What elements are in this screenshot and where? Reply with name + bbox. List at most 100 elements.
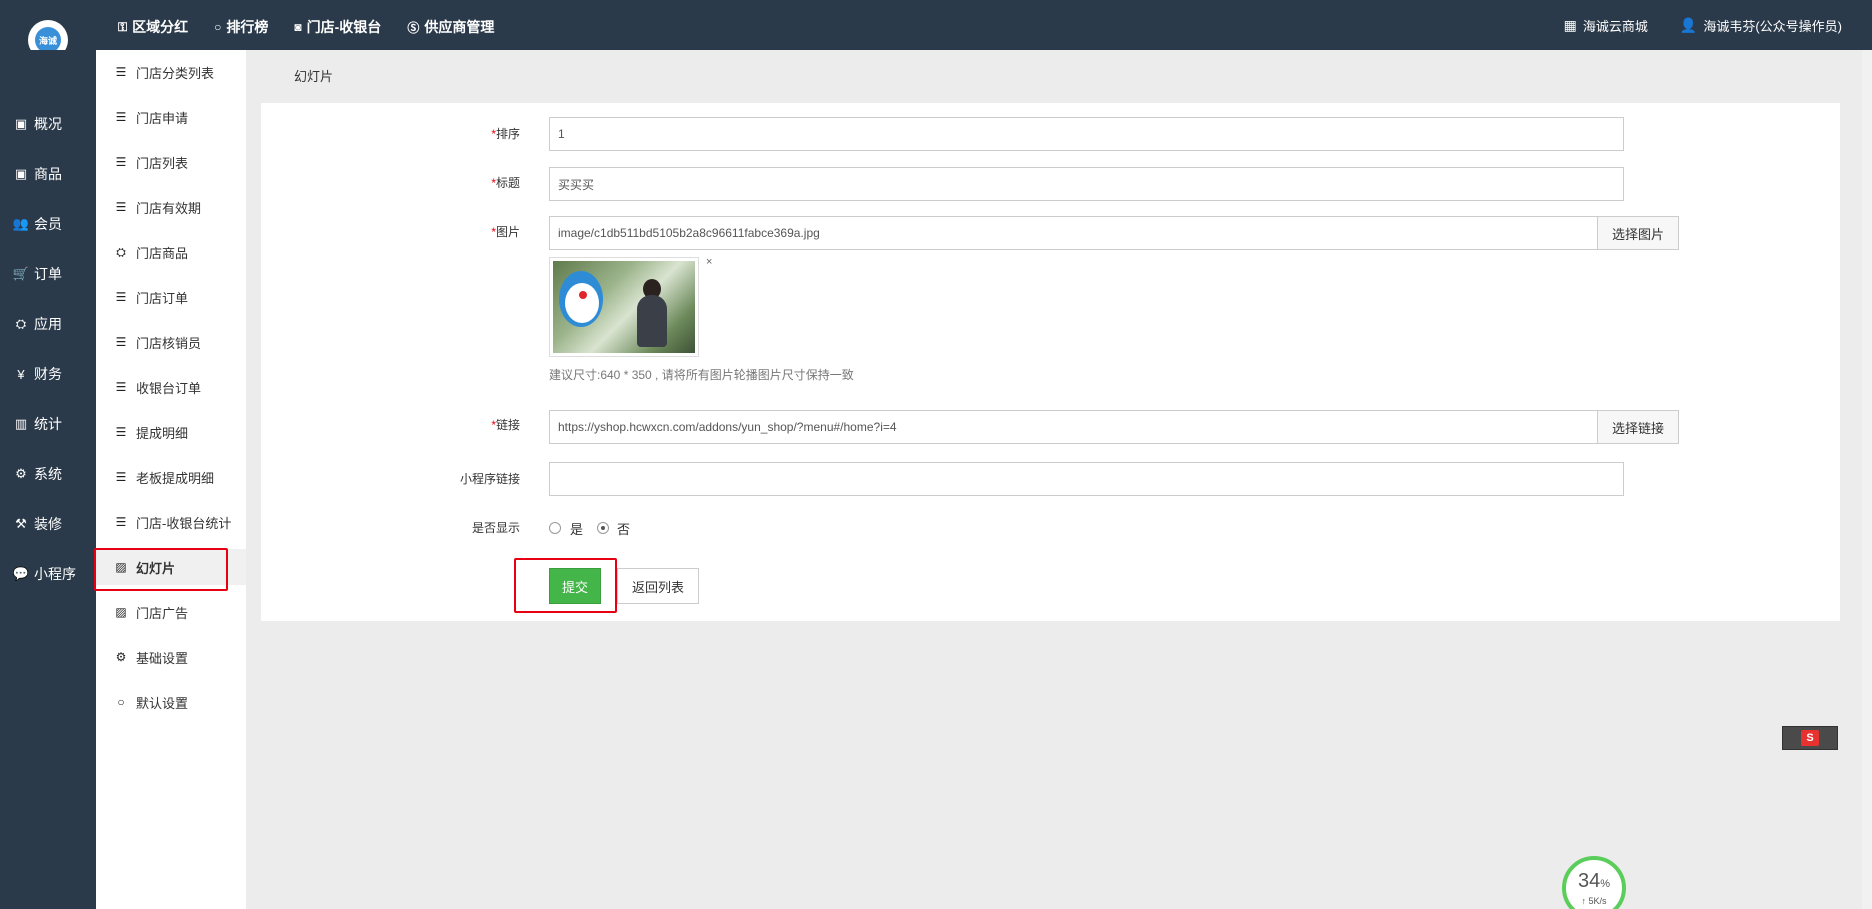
network-speed: ↑ 5K/s: [1581, 896, 1607, 906]
sidebar-item-system[interactable]: ⚙ 系统: [0, 454, 96, 494]
chart-icon: ▥: [14, 416, 28, 431]
submenu-item-commission-detail[interactable]: ☰ 提成明细: [96, 414, 246, 450]
submenu-item-label: 门店有效期: [136, 200, 202, 216]
show-label: 是否显示: [471, 521, 520, 535]
sidebar-item-label: 装修: [34, 516, 62, 532]
topnav-item-regional-dividend[interactable]: ⚿ 区域分红: [118, 17, 188, 37]
doraemon-nose: [579, 291, 587, 299]
camera-icon: ◙: [294, 20, 302, 34]
top-bar: 海诚 ⚿ 区域分红 ○ 排行榜 ◙ 门店-收银台 Ⓢ 供应商管理 ▦ 海诚云商城…: [0, 0, 1872, 60]
goods-icon: ▣: [14, 166, 28, 181]
topnav-item-ranking[interactable]: ○ 排行榜: [214, 17, 268, 37]
submenu-item-label: 门店商品: [136, 245, 189, 261]
list-icon: ☰: [115, 65, 127, 79]
submenu-item-store-list[interactable]: ☰ 门店列表: [96, 144, 246, 180]
skype-icon: Ⓢ: [407, 20, 420, 35]
wechat-icon: 💬: [12, 566, 30, 581]
sidebar-item-label: 系统: [34, 466, 62, 482]
sidebar-item-label: 财务: [34, 366, 62, 382]
list-icon: ☰: [115, 470, 127, 484]
sidebar-item-label: 商品: [34, 166, 62, 182]
sidebar-item-statistics[interactable]: ▥ 统计: [0, 404, 96, 444]
shop-switch[interactable]: ▦ 海诚云商城: [1564, 16, 1648, 35]
back-to-list-button[interactable]: 返回列表: [617, 568, 699, 604]
sidebar-item-decoration[interactable]: ⚒ 装修: [0, 504, 96, 544]
submenu-item-store-application[interactable]: ☰ 门店申请: [96, 99, 246, 135]
list-icon: ☰: [115, 200, 127, 214]
topnav-item-supplier[interactable]: Ⓢ 供应商管理: [407, 17, 494, 37]
submenu-item-default-settings[interactable]: ○ 默认设置: [96, 684, 246, 720]
select-link-button[interactable]: 选择链接: [1597, 410, 1679, 444]
submenu-item-store-orders[interactable]: ☰ 门店订单: [96, 279, 246, 315]
submenu-item-label: 门店核销员: [136, 335, 202, 351]
show-no-radio[interactable]: [597, 522, 609, 534]
remove-image-icon[interactable]: ×: [706, 256, 712, 268]
members-icon: 👥: [12, 216, 30, 231]
highlight-slideshow: [94, 548, 228, 591]
title-field[interactable]: 买买买: [549, 167, 1624, 201]
image-label-text: 图片: [495, 225, 520, 239]
sidebar-item-goods[interactable]: ▣ 商品: [0, 154, 96, 194]
submenu-item-boss-commission[interactable]: ☰ 老板提成明细: [96, 459, 246, 495]
list-icon: ☰: [115, 515, 127, 529]
user-menu[interactable]: 👤 海诚韦芬(公众号操作员): [1680, 16, 1842, 35]
submenu-item-label: 门店列表: [136, 155, 189, 171]
ime-toolbar[interactable]: S: [1782, 726, 1838, 750]
topnav-label: 门店-收银台: [306, 19, 382, 35]
submenu-item-basic-settings[interactable]: ⚙ 基础设置: [96, 639, 246, 675]
sidebar-item-label: 统计: [34, 416, 62, 432]
overview-icon: ▣: [14, 116, 28, 131]
list-icon: ☰: [115, 155, 127, 169]
sidebar-item-members[interactable]: 👥 会员: [0, 204, 96, 244]
sidebar-item-label: 应用: [34, 316, 62, 332]
submenu-item-store-validity[interactable]: ☰ 门店有效期: [96, 189, 246, 225]
settings-icon: ⚙: [15, 466, 27, 481]
show-yes-label: 是: [570, 522, 584, 537]
page-title: 幻灯片: [294, 69, 334, 84]
topnav-item-store-cashier[interactable]: ◙ 门店-收银台: [294, 17, 381, 37]
list-icon: ☰: [115, 290, 127, 304]
top-right: ▦ 海诚云商城 👤 海诚韦芬(公众号操作员): [1532, 0, 1842, 50]
sidebar-item-orders[interactable]: 🛒 订单: [0, 254, 96, 294]
doraemon-face: [565, 283, 599, 323]
show-yes-radio[interactable]: [549, 522, 561, 534]
sort-label-text: 排序: [495, 127, 520, 141]
submenu-item-label: 基础设置: [136, 650, 189, 666]
sort-label: *排序: [380, 125, 520, 142]
submenu-item-label: 收银台订单: [136, 380, 202, 396]
sidebar-item-mini-program[interactable]: 💬 小程序: [0, 554, 96, 594]
sidebar-item-finance[interactable]: ¥ 财务: [0, 354, 96, 394]
circle-icon: ○: [214, 20, 222, 34]
show-no-label: 否: [617, 522, 631, 537]
sort-field[interactable]: 1: [549, 117, 1624, 151]
select-image-button[interactable]: 选择图片: [1597, 216, 1679, 250]
link-field[interactable]: https://yshop.hcwxcn.com/addons/yun_shop…: [549, 410, 1598, 444]
topnav-label: 排行榜: [226, 19, 269, 35]
list-icon: ☰: [115, 425, 127, 439]
submenu-item-cashier-orders[interactable]: ☰ 收银台订单: [96, 369, 246, 405]
submenu-item-cashier-statistics[interactable]: ☰ 门店-收银台统计: [96, 504, 246, 540]
image-path-field[interactable]: image/c1db511bd5105b2a8c96611fabce369a.j…: [549, 216, 1598, 250]
gears-icon: ⚙: [115, 650, 127, 664]
mini-program-link-field[interactable]: [549, 462, 1624, 496]
list-icon: ☰: [115, 335, 127, 349]
list-icon: ☰: [115, 380, 127, 394]
user-icon: 👤: [1679, 16, 1698, 33]
shop-name: 海诚云商城: [1582, 18, 1648, 34]
sidebar-item-overview[interactable]: ▣ 概况: [0, 104, 96, 144]
title-label: *标题: [380, 174, 520, 191]
submenu-item-store-ads[interactable]: ▨ 门店广告: [96, 594, 246, 630]
submenu-item-store-category-list[interactable]: ☰ 门店分类列表: [96, 54, 246, 90]
grid-icon: ▦: [1563, 16, 1577, 33]
title-label-text: 标题: [495, 176, 520, 190]
cart-icon: 🛒: [12, 266, 30, 281]
submenu-item-store-verifiers[interactable]: ☰ 门店核销员: [96, 324, 246, 360]
topnav-label: 区域分红: [132, 19, 189, 35]
circle-icon: ○: [117, 695, 125, 709]
link-label-text: 链接: [495, 418, 520, 432]
page-scrollbar[interactable]: [1862, 50, 1872, 909]
image-size-hint: 建议尺寸:640 * 350 , 请将所有图片轮播图片尺寸保持一致: [549, 368, 854, 382]
sidebar-item-apps[interactable]: ⛭ 应用: [0, 304, 96, 344]
submenu-item-store-goods[interactable]: ⛭ 门店商品: [96, 234, 246, 270]
list-icon: ☰: [115, 110, 127, 124]
